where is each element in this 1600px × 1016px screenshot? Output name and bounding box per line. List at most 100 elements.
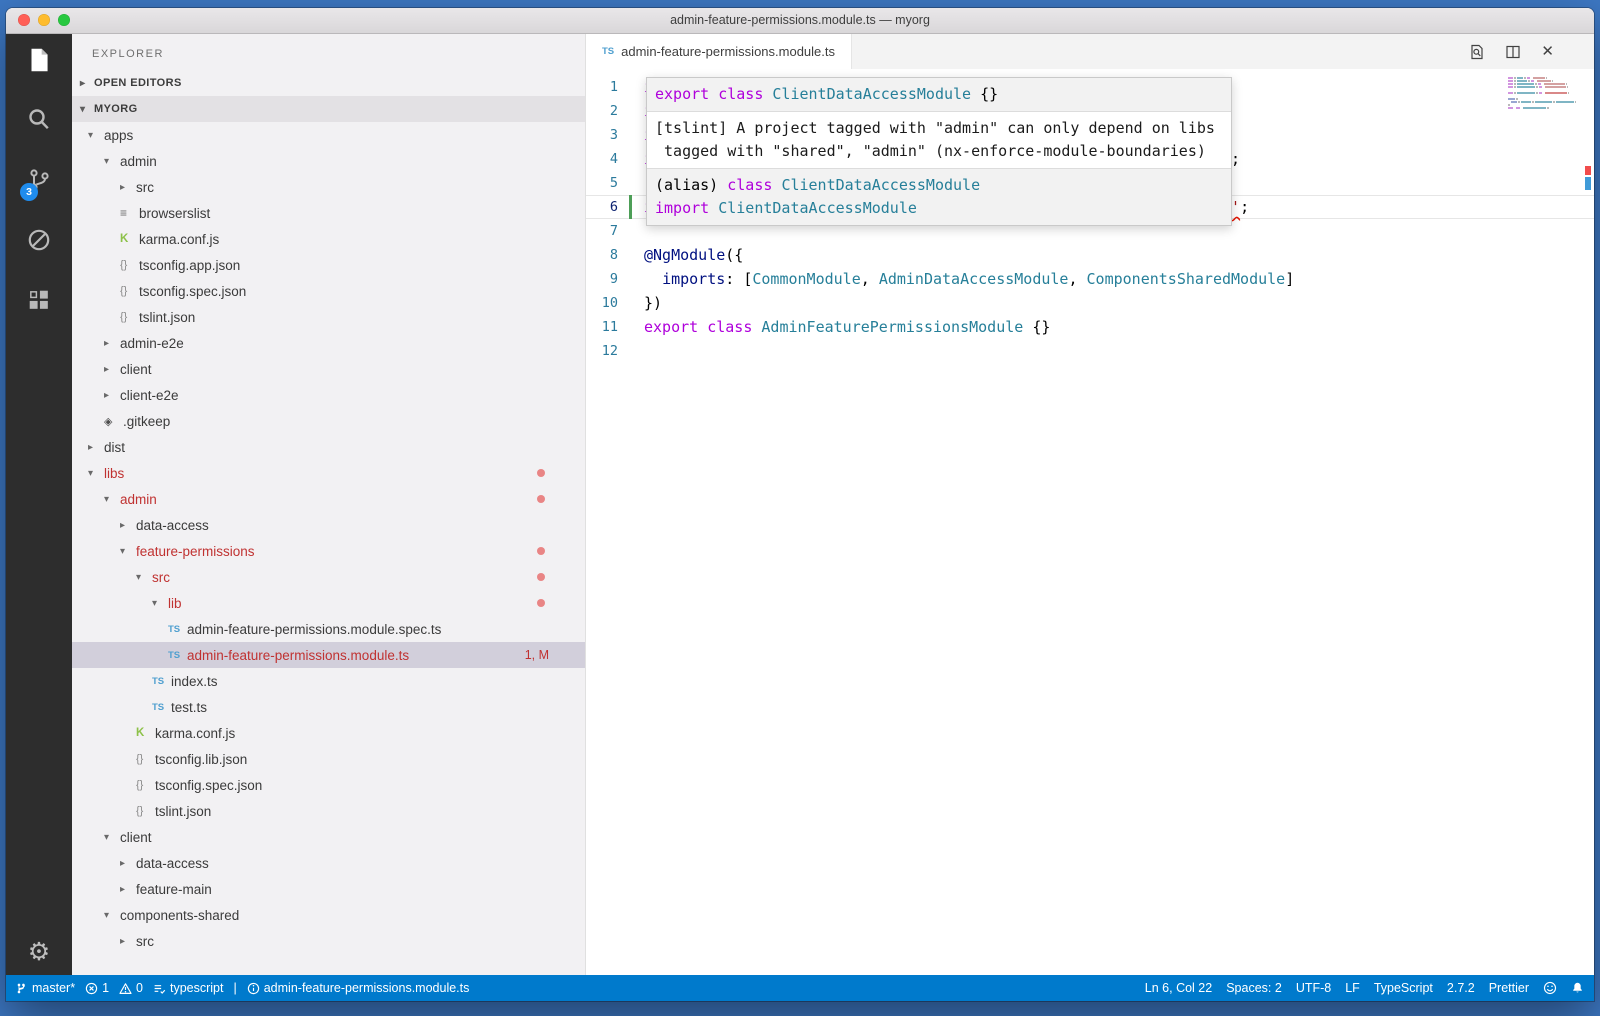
json-file-icon: {} xyxy=(120,259,139,271)
code-line-8[interactable]: 8@NgModule({ xyxy=(586,243,1594,267)
extensions-icon[interactable] xyxy=(23,284,55,316)
settings-gear-icon[interactable]: ⚙ xyxy=(28,940,50,965)
status-item-warning-icon[interactable]: 0 xyxy=(119,981,143,995)
split-editor-icon[interactable] xyxy=(1505,44,1521,60)
status-item[interactable]: UTF-8 xyxy=(1296,981,1331,995)
status-item[interactable]: TypeScript xyxy=(1374,981,1433,995)
tree-item-admin-e2e[interactable]: ▸admin-e2e xyxy=(72,330,585,356)
status-item-branch-icon[interactable]: master* xyxy=(16,981,75,995)
tree-item-test.ts[interactable]: TStest.ts xyxy=(72,694,585,720)
tree-item-lib[interactable]: ▾lib xyxy=(72,590,585,616)
chevron-right-icon: ▸ xyxy=(120,182,136,193)
tree-item-karma.conf.js[interactable]: Kkarma.conf.js xyxy=(72,720,585,746)
status-item[interactable]: Prettier xyxy=(1489,981,1529,995)
gutter xyxy=(618,195,644,219)
tree-item-data-access[interactable]: ▸data-access xyxy=(72,512,585,538)
editor-body[interactable]: 1import { NgModule } from '@angular/core… xyxy=(586,69,1594,975)
status-item[interactable]: 2.7.2 xyxy=(1447,981,1475,995)
tree-item-feature-main[interactable]: ▸feature-main xyxy=(72,876,585,902)
code-token: ({ xyxy=(725,246,743,264)
title-bar[interactable]: admin-feature-permissions.module.ts — my… xyxy=(6,8,1594,34)
tree-item-tsconfig.spec.json[interactable]: {}tsconfig.spec.json xyxy=(72,772,585,798)
status-item[interactable]: Spaces: 2 xyxy=(1226,981,1282,995)
debug-icon[interactable] xyxy=(23,224,55,256)
status-item-info-icon[interactable]: admin-feature-permissions.module.ts xyxy=(247,981,470,995)
tree-item-client[interactable]: ▸client xyxy=(72,356,585,382)
tree-item-browserslist[interactable]: ≡browserslist xyxy=(72,200,585,226)
tree-item-label: tslint.json xyxy=(139,310,195,325)
close-window-button[interactable] xyxy=(18,14,30,26)
tree-item-label: admin-feature-permissions.module.ts xyxy=(187,648,409,663)
tree-item-dist[interactable]: ▸dist xyxy=(72,434,585,460)
workspace-root-section[interactable]: ▾ MYORG xyxy=(72,96,585,122)
tree-item-tslint.json[interactable]: {}tslint.json xyxy=(72,798,585,824)
tree-item-feature-permissions[interactable]: ▾feature-permissions xyxy=(72,538,585,564)
code-line-12[interactable]: 12 xyxy=(586,339,1594,363)
tree-item-tsconfig.spec.json[interactable]: {}tsconfig.spec.json xyxy=(72,278,585,304)
tree-item-src[interactable]: ▸src xyxy=(72,174,585,200)
tree-item-tsconfig.lib.json[interactable]: {}tsconfig.lib.json xyxy=(72,746,585,772)
minimap[interactable] xyxy=(1508,77,1580,113)
status-item-checklist-icon[interactable]: typescript xyxy=(153,981,224,995)
tree-item-apps[interactable]: ▾apps xyxy=(72,122,585,148)
tree-item-client[interactable]: ▾client xyxy=(72,824,585,850)
json-file-icon: {} xyxy=(120,285,139,297)
status-bar-right: Ln 6, Col 22 Spaces: 2 UTF-8 LF TypeScript 2.… xyxy=(1145,981,1584,995)
open-editors-section[interactable]: ▸ OPEN EDITORS xyxy=(72,70,585,96)
tree-item-src[interactable]: ▸src xyxy=(72,928,585,954)
tree-item-data-access[interactable]: ▸data-access xyxy=(72,850,585,876)
tree-item-label: dist xyxy=(104,440,125,455)
tree-item-components-shared[interactable]: ▾components-shared xyxy=(72,902,585,928)
close-editor-icon[interactable]: ✕ xyxy=(1541,44,1554,59)
gutter xyxy=(618,291,644,315)
tree-item-client-e2e[interactable]: ▸client-e2e xyxy=(72,382,585,408)
status-label: Prettier xyxy=(1489,981,1529,995)
code-line-9[interactable]: 9 imports: [CommonModule, AdminDataAcces… xyxy=(586,267,1594,291)
json-file-icon: {} xyxy=(136,779,155,791)
code-token: ; xyxy=(1240,198,1249,216)
minimap-line xyxy=(1508,101,1580,103)
find-in-file-icon[interactable] xyxy=(1469,44,1485,60)
activity-bar: 3 ⚙ xyxy=(6,34,72,975)
zoom-window-button[interactable] xyxy=(58,14,70,26)
explorer-icon[interactable] xyxy=(23,44,55,76)
status-label: typescript xyxy=(170,981,224,995)
ts-file-icon: TS xyxy=(168,650,187,661)
tree-item-libs[interactable]: ▾libs xyxy=(72,460,585,486)
minimap-token xyxy=(1508,80,1513,82)
karma-file-icon: K xyxy=(136,727,155,739)
tree-item-src[interactable]: ▾src xyxy=(72,564,585,590)
status-item-error-icon[interactable]: 1 xyxy=(85,981,109,995)
tab-admin-feature-permissions[interactable]: TS admin-feature-permissions.module.ts xyxy=(586,34,852,69)
tree-item-index.ts[interactable]: TSindex.ts xyxy=(72,668,585,694)
minimize-window-button[interactable] xyxy=(38,14,50,26)
tree-item-tsconfig.app.json[interactable]: {}tsconfig.app.json xyxy=(72,252,585,278)
tree-item-label: admin xyxy=(120,492,157,507)
minimap-token xyxy=(1514,83,1516,85)
git-file-icon: ◈ xyxy=(104,415,123,428)
status-item[interactable]: LF xyxy=(1345,981,1360,995)
status-item-smiley-icon[interactable] xyxy=(1543,981,1557,995)
tree-item-admin[interactable]: ▾admin xyxy=(72,486,585,512)
status-item-bell-icon[interactable] xyxy=(1571,981,1584,995)
tree-item-tslint.json[interactable]: {}tslint.json xyxy=(72,304,585,330)
status-item[interactable]: Ln 6, Col 22 xyxy=(1145,981,1212,995)
minimap-token xyxy=(1524,77,1526,79)
tree-item-admin-feature-permissions.module.ts[interactable]: TSadmin-feature-permissions.module.ts1, … xyxy=(72,642,585,668)
editor-actions: ✕ xyxy=(1469,34,1554,69)
tree-item-admin-feature-permissions.module.spec.ts[interactable]: TSadmin-feature-permissions.module.spec.… xyxy=(72,616,585,642)
code-line-10[interactable]: 10}) xyxy=(586,291,1594,315)
source-control-icon[interactable]: 3 xyxy=(23,164,55,196)
minimap-token xyxy=(1514,77,1516,79)
tree-item-.gitkeep[interactable]: ◈.gitkeep xyxy=(72,408,585,434)
code-token: , xyxy=(861,270,879,288)
minimap-token xyxy=(1508,92,1513,94)
search-icon[interactable] xyxy=(23,104,55,136)
minimap-token xyxy=(1538,83,1541,85)
line-number: 10 xyxy=(586,295,618,311)
code-line-11[interactable]: 11export class AdminFeaturePermissionsMo… xyxy=(586,315,1594,339)
tree-item-karma.conf.js[interactable]: Kkarma.conf.js xyxy=(72,226,585,252)
tree-item-admin[interactable]: ▾admin xyxy=(72,148,585,174)
tree-item-label: src xyxy=(136,934,154,949)
chevron-right-icon: ▸ xyxy=(88,442,104,453)
